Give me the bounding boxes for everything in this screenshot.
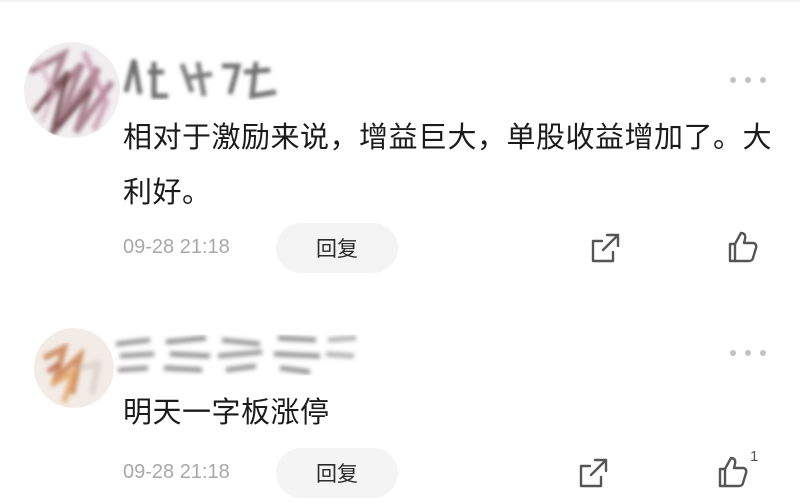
comment-time: 09-28 21:18	[123, 461, 230, 483]
like-button[interactable]	[722, 227, 762, 267]
thumbs-up-icon	[728, 231, 758, 263]
avatar[interactable]	[24, 42, 120, 138]
username[interactable]	[120, 52, 290, 104]
like-count: 1	[750, 448, 759, 465]
share-button[interactable]	[573, 453, 613, 493]
comment-text: 相对于激励来说，增益巨大，单股收益增加了。大利好。	[123, 120, 773, 209]
more-dots-icon	[730, 77, 736, 83]
comment-time: 09-28 21:18	[123, 236, 230, 258]
avatar[interactable]	[34, 328, 114, 408]
more-dots-icon	[730, 350, 736, 356]
reply-button[interactable]: 回复	[276, 223, 398, 273]
reply-button[interactable]: 回复	[276, 448, 398, 498]
more-options-button[interactable]	[730, 346, 766, 360]
share-icon	[579, 458, 608, 488]
username[interactable]	[110, 326, 362, 386]
comment-item: 相对于激励来说，增益巨大，单股收益增加了。大利好。 09-28 21:18 回复	[0, 0, 800, 290]
comment-item: 明天一字板涨停 09-28 21:18 回复 1	[0, 290, 800, 502]
comment-text: 明天一字板涨停	[123, 395, 330, 429]
comment-list: 相对于激励来说，增益巨大，单股收益增加了。大利好。 09-28 21:18 回复	[0, 0, 800, 502]
like-button[interactable]	[712, 452, 752, 492]
more-options-button[interactable]	[730, 73, 766, 87]
thumbs-up-icon	[718, 456, 748, 488]
share-icon	[591, 233, 620, 263]
share-button[interactable]	[585, 228, 625, 268]
